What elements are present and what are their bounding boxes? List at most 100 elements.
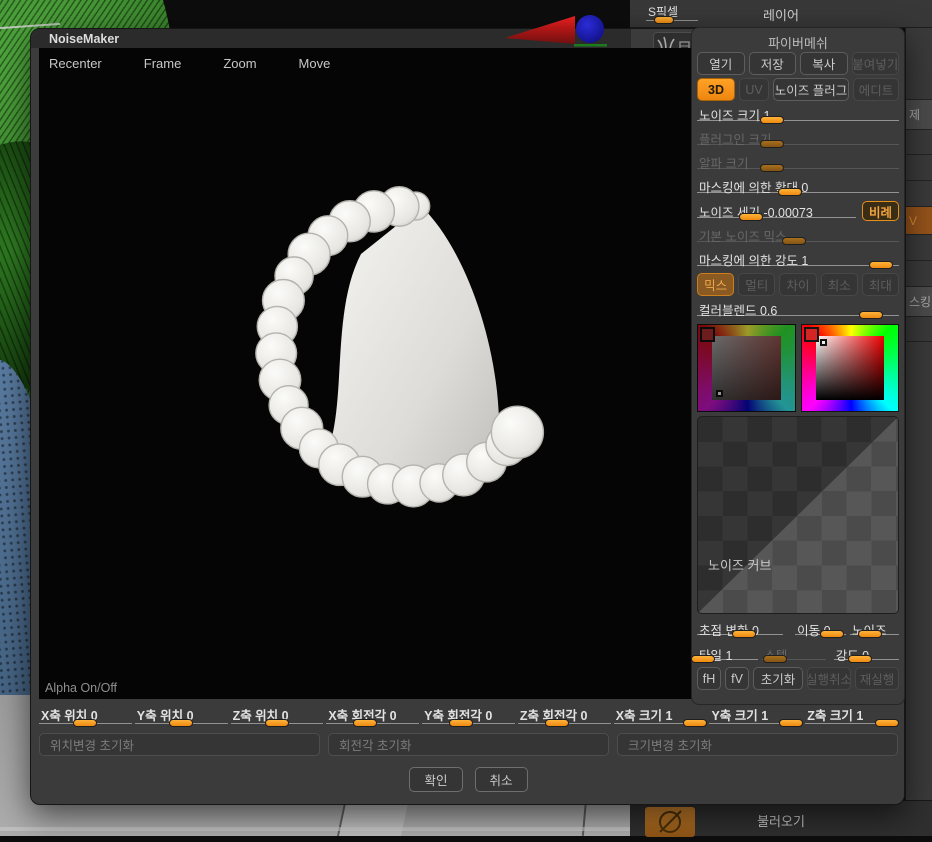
reset-position-button[interactable]: 위치변경 초기화 xyxy=(39,733,320,756)
titlebar-ornaments xyxy=(500,12,620,50)
strip-row-8[interactable]: 스킹 xyxy=(906,287,932,317)
proportional-button[interactable]: 비례 xyxy=(862,201,899,221)
z-size-slider-label: Z축 크기 1 xyxy=(807,705,863,724)
undo-button[interactable]: 실행취소 xyxy=(807,667,851,690)
min-button[interactable]: 최소 xyxy=(821,273,858,296)
x-rot-slider-knob[interactable] xyxy=(353,719,377,727)
x-size-slider[interactable]: X축 크기 1 xyxy=(614,701,707,728)
alpha-scale-slider[interactable]: 알파 크기 xyxy=(697,149,899,173)
y-size-slider-knob[interactable] xyxy=(779,719,803,727)
ok-button[interactable]: 확인 xyxy=(409,767,462,792)
strength-by-mask-slider-knob[interactable] xyxy=(869,261,893,269)
save-button[interactable]: 저장 xyxy=(749,52,797,75)
copy-button[interactable]: 복사 xyxy=(800,52,848,75)
strength-by-mask-slider[interactable]: 마스킹에 의한 강도 1 xyxy=(697,246,899,270)
tile-slider-knob[interactable] xyxy=(691,655,715,663)
mode-3d-button[interactable]: 3D xyxy=(697,78,735,101)
noise-scale-slider[interactable]: 노이즈 크기 1 xyxy=(697,101,899,125)
offset-slider[interactable]: 이동 0 xyxy=(795,616,846,639)
step-slider[interactable]: 스텝 xyxy=(762,641,825,664)
z-rot-slider[interactable]: Z축 회전각 0 xyxy=(518,701,611,728)
green-underline xyxy=(574,44,607,47)
multiply-button[interactable]: 멀티 xyxy=(738,273,775,296)
max-button[interactable]: 최대 xyxy=(862,273,899,296)
curve-mini-sliders-2: 타일 1스텝 강도 0 xyxy=(697,641,899,664)
noise-plug-button[interactable]: 노이즈 플러그 xyxy=(773,78,849,101)
curve-button-row: fHfV초기화실행취소재실행 xyxy=(697,667,899,690)
colorblend-holder: 컬러블렌드 0.6 xyxy=(697,296,899,320)
mode-uv-button[interactable]: UV xyxy=(739,78,769,101)
blue-sphere-icon xyxy=(576,15,604,43)
file-button-row: 열기저장복사붙여넣기 xyxy=(697,52,899,75)
color-picker-b[interactable] xyxy=(801,324,900,412)
strip-row-5[interactable]: V xyxy=(906,207,932,235)
y-pos-slider[interactable]: Y축 위치 0 xyxy=(135,701,228,728)
tile-slider[interactable]: 타일 1 xyxy=(697,641,758,664)
intensity-slider-knob[interactable] xyxy=(848,655,872,663)
offset-slider-knob[interactable] xyxy=(820,630,844,638)
cancel-button[interactable]: 취소 xyxy=(475,767,528,792)
strip-row-3 xyxy=(906,155,932,181)
paste-button[interactable]: 붙여넣기 xyxy=(852,52,900,75)
noise-mini-slider-knob[interactable] xyxy=(858,630,882,638)
redo-button[interactable]: 재실행 xyxy=(855,667,899,690)
noise-curve-editor[interactable]: 노이즈 커브 xyxy=(697,416,899,614)
x-pos-slider-knob[interactable] xyxy=(73,719,97,727)
z-pos-slider[interactable]: Z축 위치 0 xyxy=(231,701,324,728)
x-size-slider-label: X축 크기 1 xyxy=(616,705,673,724)
layers-panel-header: S픽셀 레이어 xyxy=(630,0,932,28)
intensity-slider[interactable]: 강도 0 xyxy=(834,641,899,664)
base-noise-mix-slider-label: 기본 노이즈 믹스 xyxy=(699,226,786,245)
z-pos-slider-knob[interactable] xyxy=(265,719,289,727)
base-noise-mix-slider-knob[interactable] xyxy=(782,237,806,245)
color-picker-a[interactable] xyxy=(697,324,796,412)
reset-size-button[interactable]: 크기변경 초기화 xyxy=(617,733,898,756)
base-noise-mix-slider[interactable]: 기본 노이즈 믹스 xyxy=(697,222,899,246)
focal-shift-slider-knob[interactable] xyxy=(732,630,756,638)
z-size-slider[interactable]: Z축 크기 1 xyxy=(805,701,898,728)
y-size-slider[interactable]: Y축 크기 1 xyxy=(709,701,802,728)
strip-row-1[interactable]: 제 xyxy=(906,100,932,130)
alpha-scale-slider-knob[interactable] xyxy=(760,164,784,172)
noise-strength-slider[interactable]: 노이즈 세기 -0.00073 xyxy=(697,198,856,222)
reset-rotation-button[interactable]: 회전각 초기화 xyxy=(328,733,609,756)
colorblend-slider-knob[interactable] xyxy=(859,311,883,319)
alpha-on-off-toggle[interactable]: Alpha On/Off xyxy=(45,681,117,695)
mix-button[interactable]: 믹스 xyxy=(697,273,734,296)
flip-v-button[interactable]: fV xyxy=(725,667,749,690)
z-rot-slider-knob[interactable] xyxy=(545,719,569,727)
focal-shift-slider[interactable]: 초점 변화 0 xyxy=(697,616,783,639)
noise-mini-slider[interactable]: 노이즈 xyxy=(850,616,899,639)
color-picker-a-swatch[interactable] xyxy=(700,327,715,342)
background-subpalette-strip: 제 V 스킹 xyxy=(905,28,932,806)
step-slider-knob[interactable] xyxy=(763,655,787,663)
magnify-by-mask-slider-knob[interactable] xyxy=(778,188,802,196)
color-picker-a-marker[interactable] xyxy=(716,390,723,397)
noise-scale-slider-knob[interactable] xyxy=(760,116,784,124)
y-rot-slider-knob[interactable] xyxy=(449,719,473,727)
noise-strength-slider-row: 노이즈 세기 -0.00073 비례 xyxy=(697,197,899,222)
x-rot-slider[interactable]: X축 회전각 0 xyxy=(326,701,419,728)
noise-strength-slider-knob[interactable] xyxy=(739,213,763,221)
preview-viewport[interactable]: RecenterFrameZoomMove Alpha On/Off xyxy=(39,48,694,699)
edit-button[interactable]: 에디트 xyxy=(853,78,899,101)
x-size-slider-knob[interactable] xyxy=(683,719,707,727)
magnify-by-mask-slider[interactable]: 마스킹에 의한 확대 0 xyxy=(697,173,899,197)
load-button[interactable]: 불러오기 xyxy=(630,811,932,830)
plugin-scale-slider[interactable]: 플러그인 크기 xyxy=(697,125,899,149)
y-rot-slider[interactable]: Y축 회전각 0 xyxy=(422,701,515,728)
reset-curve-button[interactable]: 초기화 xyxy=(753,667,803,690)
difference-button[interactable]: 차이 xyxy=(779,273,816,296)
colorblend-slider[interactable]: 컬러블렌드 0.6 xyxy=(697,296,899,320)
color-picker-b-swatch[interactable] xyxy=(804,327,819,342)
color-picker-b-marker[interactable] xyxy=(820,339,827,346)
z-size-slider-knob[interactable] xyxy=(875,719,899,727)
y-size-slider-label: Y축 크기 1 xyxy=(711,705,768,724)
y-pos-slider-knob[interactable] xyxy=(169,719,193,727)
plugin-scale-slider-knob[interactable] xyxy=(760,140,784,148)
strip-row-6 xyxy=(906,235,932,261)
x-pos-slider[interactable]: X축 위치 0 xyxy=(39,701,132,728)
open-button[interactable]: 열기 xyxy=(697,52,745,75)
flip-h-button[interactable]: fH xyxy=(697,667,721,690)
spixel-knob[interactable] xyxy=(654,16,674,24)
